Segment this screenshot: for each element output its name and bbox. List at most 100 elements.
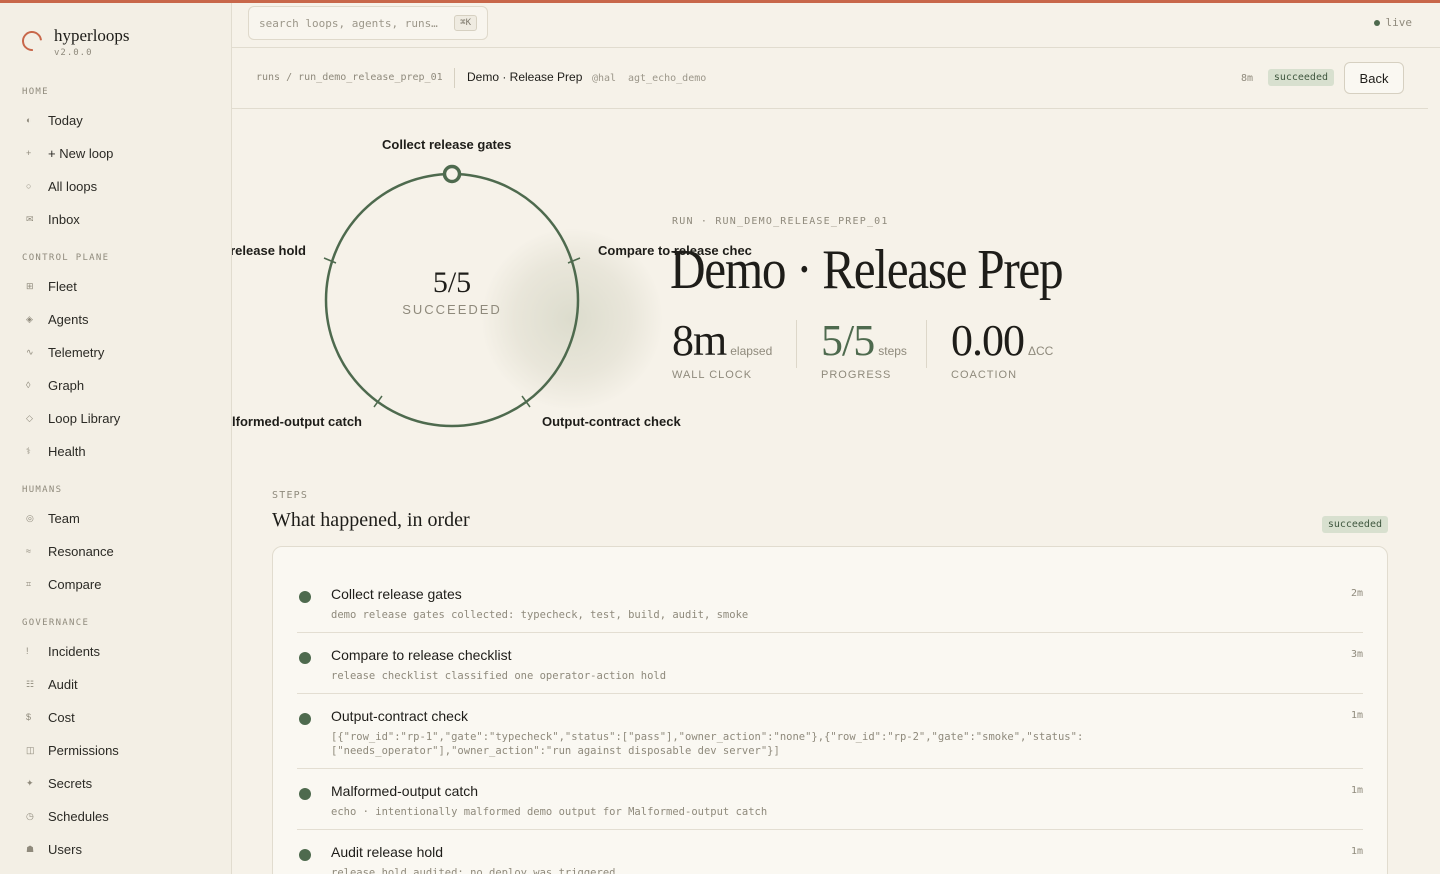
ring-current-node[interactable] — [442, 164, 462, 184]
sidebar-item-label: All loops — [48, 178, 98, 194]
sidebar-item-secrets[interactable]: ✦ Secrets — [26, 772, 92, 794]
brand[interactable]: hyperloops v2.0.0 — [17, 26, 130, 58]
sidebar-item-label: Agents — [48, 311, 89, 327]
team-icon: ◎ — [26, 512, 34, 523]
steps-card: Collect release gates demo release gates… — [272, 546, 1388, 874]
step-status-dot-icon — [299, 591, 311, 603]
permissions-icon: ◫ — [26, 744, 35, 755]
stat-wall-clock: 8m elapsed WALL CLOCK — [672, 316, 772, 382]
sidebar-item-compare[interactable]: ⌗ Compare — [26, 573, 101, 595]
breadcrumb-runs[interactable]: runs — [256, 72, 280, 83]
logo-icon — [17, 26, 47, 56]
wave-icon: ∿ — [26, 346, 34, 357]
step-status-dot-icon — [299, 849, 311, 861]
step-duration: 1m — [1350, 710, 1363, 721]
sidebar-item-graph[interactable]: ◊ Graph — [26, 374, 84, 396]
agent-id[interactable]: agt_echo_demo — [628, 73, 706, 84]
sidebar-item-label: Users — [48, 841, 82, 857]
circle-icon: ○ — [26, 181, 32, 191]
sidebar-item-label: Schedules — [48, 808, 109, 824]
step-row[interactable]: Output-contract check [{"row_id":"rp-1",… — [297, 704, 1363, 769]
steps-eyebrow: STEPS — [272, 490, 309, 501]
sidebar-item-new-loop[interactable]: + + New loop — [26, 142, 113, 164]
status-badge: succeeded — [1267, 69, 1334, 86]
stat-unit: ΔCC — [1028, 344, 1054, 358]
sidebar-item-all-loops[interactable]: ○ All loops — [26, 175, 97, 197]
key-icon: ✦ — [26, 777, 34, 788]
sidebar-item-inbox[interactable]: ✉ Inbox — [26, 208, 80, 230]
search-input[interactable]: search loops, agents, runs… ⌘K — [248, 6, 488, 40]
owner-handle[interactable]: @hal — [592, 73, 616, 84]
inbox-icon: ✉ — [26, 213, 34, 224]
grid-icon: ⊞ — [26, 280, 34, 291]
diamond-icon: ◈ — [26, 313, 33, 324]
stat-value: 0.00 — [951, 316, 1025, 365]
sidebar-item-loop-library[interactable]: ◇ Loop Library — [26, 407, 120, 429]
sidebar-item-schedules[interactable]: ◷ Schedules — [26, 805, 109, 827]
library-icon: ◇ — [26, 412, 33, 423]
clock-icon: ◷ — [26, 810, 34, 821]
top-bar: search loops, agents, runs… ⌘K live — [232, 0, 1440, 48]
ring-label-step-4[interactable]: Malformed-output catch — [232, 414, 362, 429]
top-accent-bar — [0, 0, 1440, 3]
step-status-dot-icon — [299, 652, 311, 664]
step-row[interactable]: Malformed-output catch echo · intentiona… — [297, 779, 1363, 830]
back-button[interactable]: Back — [1344, 62, 1404, 94]
stat-value: 5/5 — [821, 316, 875, 365]
sidebar-item-telemetry[interactable]: ∿ Telemetry — [26, 341, 104, 363]
sidebar-item-label: Secrets — [48, 775, 93, 791]
today-icon: ◐ — [26, 115, 32, 125]
step-row[interactable]: Collect release gates demo release gates… — [297, 582, 1363, 633]
sidebar-item-label: Health — [48, 443, 86, 459]
shortcut-hint: ⌘K — [454, 15, 477, 31]
sidebar-item-incidents[interactable]: ! Incidents — [26, 640, 100, 662]
breadcrumb-run-id: run_demo_release_prep_01 — [298, 72, 443, 83]
sidebar-item-team[interactable]: ◎ Team — [26, 507, 80, 529]
app-version: v2.0.0 — [54, 48, 93, 58]
sidebar-item-audit[interactable]: ☷ Audit — [26, 673, 78, 695]
sidebar-item-label: Inbox — [48, 211, 80, 227]
nav-section-control-plane: CONTROL PLANE — [22, 253, 110, 263]
sidebar-item-health[interactable]: ⚕ Health — [26, 440, 86, 462]
step-title: Collect release gates — [331, 586, 462, 602]
stat-coaction: 0.00 ΔCC COACTION — [951, 316, 1054, 382]
sidebar-item-label: Compare — [48, 576, 102, 592]
step-detail: release checklist classified one operato… — [331, 670, 667, 682]
ring-label-step-3[interactable]: Output-contract check — [542, 414, 681, 429]
ring-label-step-1[interactable]: Collect release gates — [382, 137, 511, 152]
step-title: Malformed-output catch — [331, 783, 479, 799]
step-detail: demo release gates collected: typecheck,… — [331, 609, 749, 621]
sidebar-item-users[interactable]: ☗ Users — [26, 838, 82, 860]
stat-value: 8m — [672, 316, 727, 365]
step-row[interactable]: Compare to release checklist release che… — [297, 643, 1363, 694]
graph-icon: ◊ — [26, 380, 31, 390]
sidebar-item-label: Telemetry — [48, 344, 105, 360]
live-dot-icon — [1373, 19, 1380, 26]
plus-icon: + — [26, 148, 32, 158]
header-title: Demo · Release Prep — [467, 70, 583, 84]
app-name: hyperloops — [54, 26, 130, 45]
health-icon: ⚕ — [26, 445, 31, 456]
stat-progress: 5/5 steps PROGRESS — [821, 316, 907, 382]
ring-label-step-5[interactable]: Audit release hold — [232, 243, 306, 258]
stat-divider — [926, 320, 927, 368]
sidebar-item-today[interactable]: ◐ Today — [26, 109, 83, 131]
sidebar-item-permissions[interactable]: ◫ Permissions — [26, 739, 119, 761]
sidebar-item-resonance[interactable]: ≈ Resonance — [26, 540, 114, 562]
sidebar-item-agents[interactable]: ◈ Agents — [26, 308, 88, 330]
sidebar-item-cost[interactable]: $ Cost — [26, 706, 75, 728]
audit-icon: ☷ — [26, 678, 35, 689]
live-label: live — [1385, 16, 1413, 29]
sidebar-item-label: Loop Library — [48, 410, 121, 426]
ring-center: 5/5 SUCCEEDED — [402, 266, 502, 317]
dollar-icon: $ — [26, 712, 32, 722]
sidebar-item-fleet[interactable]: ⊞ Fleet — [26, 275, 77, 297]
sidebar-item-label: Incidents — [48, 643, 101, 659]
resonance-icon: ≈ — [26, 546, 31, 556]
step-row[interactable]: Audit release hold release hold audited;… — [297, 840, 1363, 874]
sidebar-item-label: Today — [48, 112, 83, 128]
steps-title: What happened, in order — [272, 509, 470, 531]
sidebar: hyperloops v2.0.0 HOME ◐ Today + + New loo… — [0, 0, 232, 874]
stat-label: WALL CLOCK — [672, 369, 753, 381]
step-duration: 2m — [1350, 588, 1363, 599]
